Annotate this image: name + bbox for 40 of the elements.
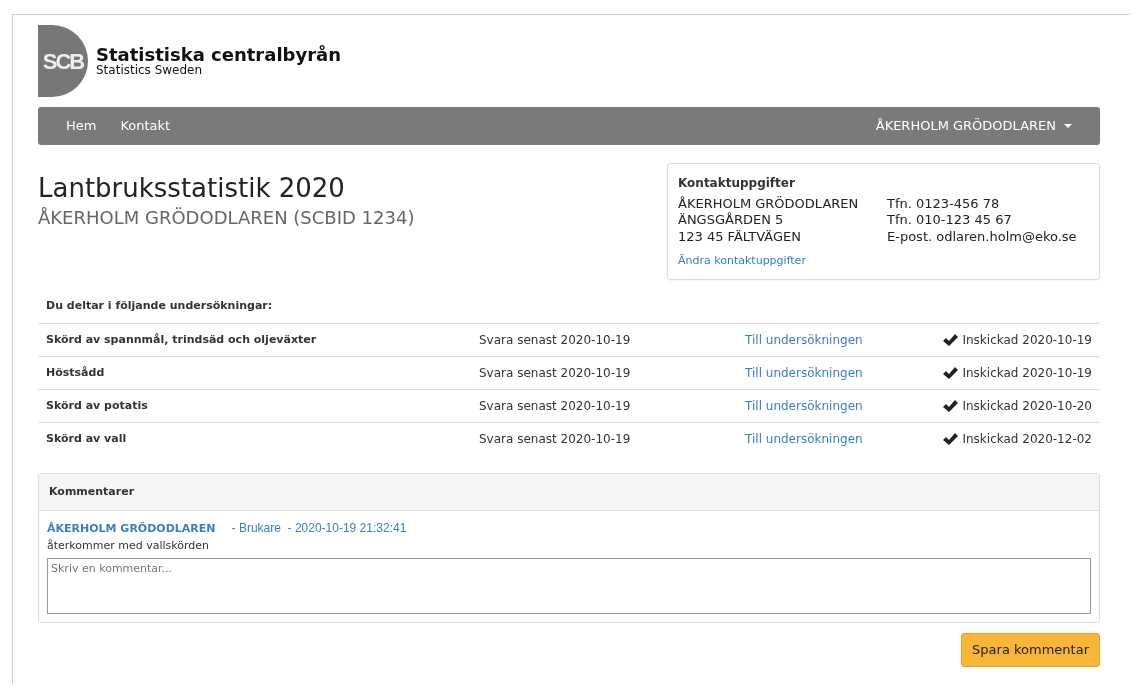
page-subtitle: ÅKERHOLM GRÖDODLAREN (SCBID 1234) bbox=[38, 206, 415, 231]
comments-heading: Kommentarer bbox=[39, 473, 1099, 512]
logo-icon: SCB bbox=[38, 25, 88, 97]
survey-heading: Du deltar i följande undersökningar: bbox=[45, 298, 274, 315]
comment-author[interactable]: ÅKERHOLM GRÖDODLAREN bbox=[47, 521, 216, 538]
nav-link[interactable]: Kontakt bbox=[120, 116, 171, 136]
contact-detail: Tfn. 0123-456 78 bbox=[887, 196, 1001, 213]
survey-name: Höstsådd bbox=[46, 364, 106, 381]
deadline-text: Svara senast 2020-10-19 bbox=[479, 397, 632, 415]
logo-subtitle: Statistics Sweden bbox=[96, 64, 203, 76]
address-line: ÄNGSGÅRDEN 5 bbox=[678, 212, 785, 229]
contact-heading: Kontaktuppgifter bbox=[678, 175, 796, 192]
contact-detail: E-post. odlaren.holm@eko.se bbox=[887, 228, 1077, 245]
nav-link[interactable]: Hem bbox=[66, 116, 97, 136]
caret-icon bbox=[1064, 123, 1072, 129]
survey-name: Skörd av potatis bbox=[46, 397, 149, 414]
deadline-text: Svara senast 2020-10-19 bbox=[479, 331, 632, 349]
logo-title: Statistiska centralbyrån bbox=[96, 46, 342, 64]
survey-name: Skörd av vall bbox=[46, 430, 128, 447]
contact-detail: Tfn. 010-123 45 67 bbox=[887, 212, 1013, 229]
survey-link[interactable]: Till undersökningen bbox=[745, 363, 863, 382]
comment-field[interactable]: Skriv en kommentar... bbox=[47, 558, 1091, 615]
status-text: Inskickad 2020-10-19 bbox=[962, 364, 1092, 382]
address-line: ÅKERHOLM GRÖDODLAREN bbox=[678, 196, 860, 212]
address-line: 123 45 FÄLTVÄGEN bbox=[678, 228, 802, 245]
status-text: Inskickad 2020-10-20 bbox=[962, 397, 1092, 415]
comment-meta: - Brukare - 2020-10-19 21:32:41 bbox=[231, 520, 407, 538]
user-menu[interactable]: ÅKERHOLM GRÖDODLAREN bbox=[875, 116, 1072, 136]
deadline-text: Svara senast 2020-10-19 bbox=[479, 430, 632, 448]
page-title: Lantbruksstatistik 2020 bbox=[38, 173, 346, 205]
comment-text: återkommer med vallskörden bbox=[47, 537, 211, 554]
survey-name: Skörd av spannmål, trindsäd och oljeväxter bbox=[46, 331, 318, 348]
survey-link[interactable]: Till undersökningen bbox=[745, 396, 863, 415]
status-text: Inskickad 2020-12-02 bbox=[962, 430, 1092, 448]
survey-link[interactable]: Till undersökningen bbox=[745, 330, 863, 349]
deadline-text: Svara senast 2020-10-19 bbox=[479, 364, 632, 382]
edit-contact-link[interactable]: Ändra kontaktuppgifter bbox=[678, 252, 806, 270]
survey-link[interactable]: Till undersökningen bbox=[745, 429, 863, 448]
save-comment-button[interactable]: Spara kommentar bbox=[961, 633, 1100, 667]
status-text: Inskickad 2020-10-19 bbox=[962, 331, 1092, 349]
